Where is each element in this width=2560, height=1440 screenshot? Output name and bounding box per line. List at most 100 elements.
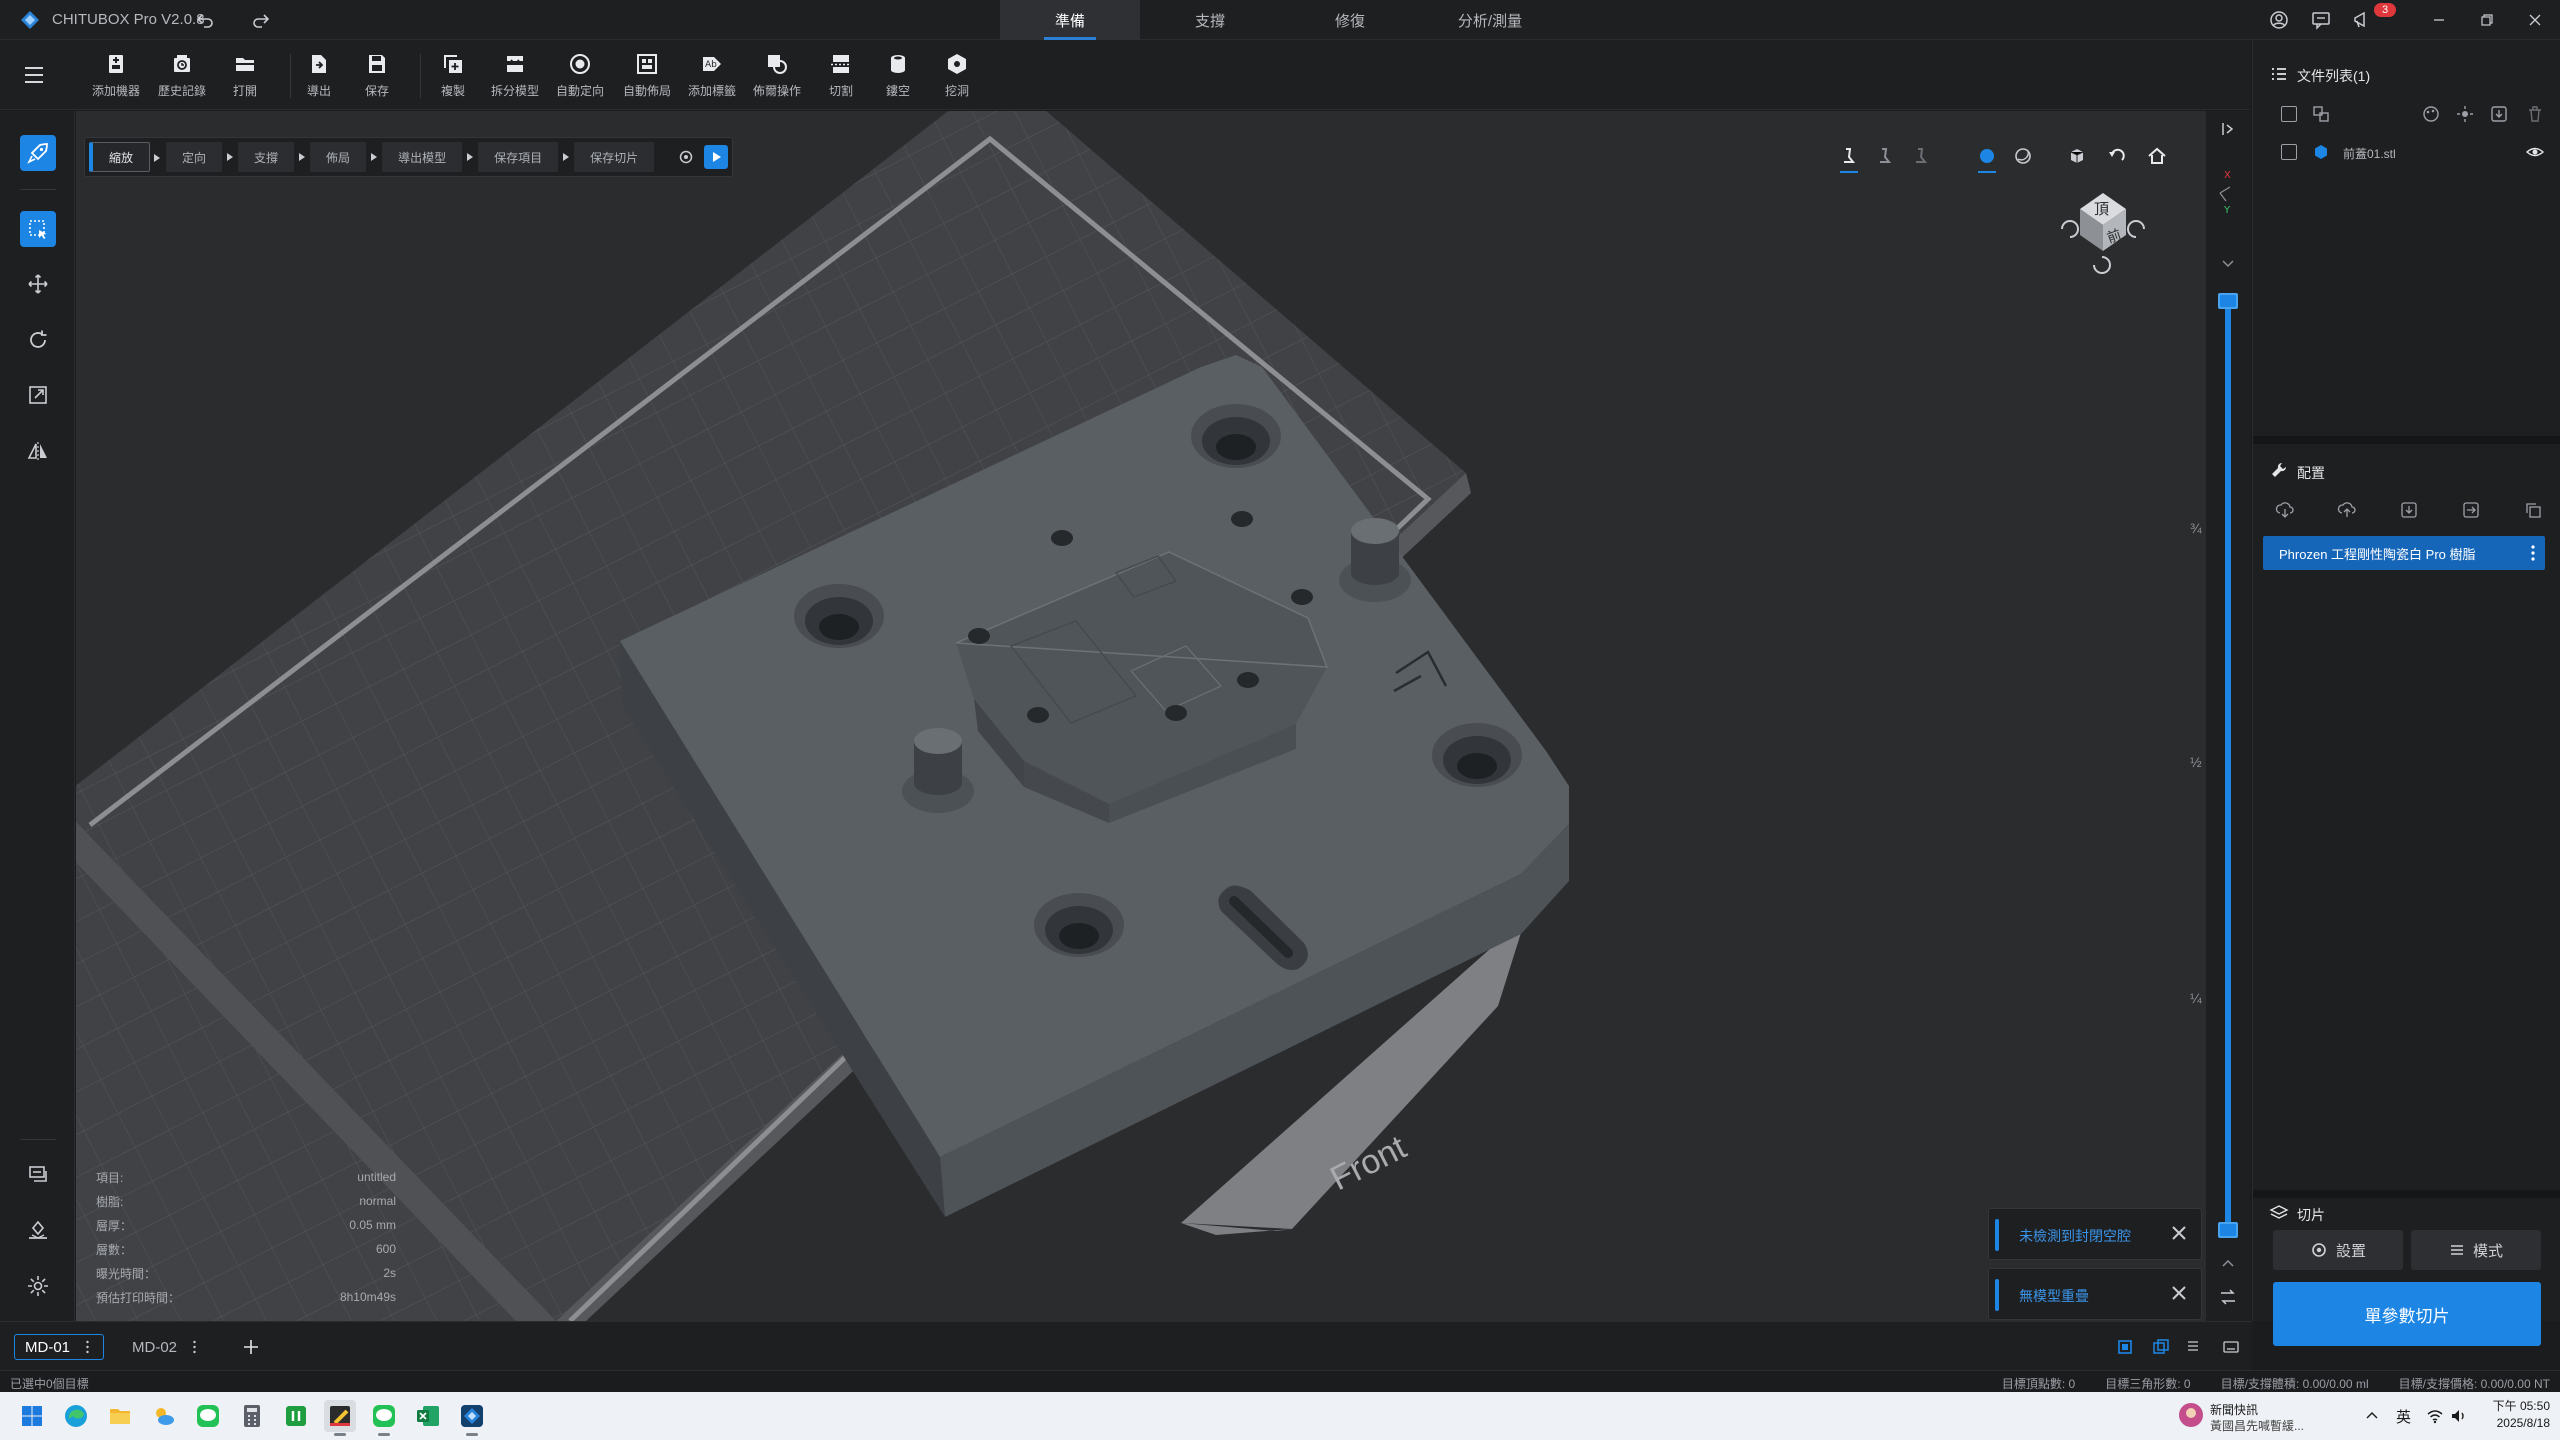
collapse-panel-icon[interactable] [2218,119,2238,139]
more-vertical-icon[interactable] [193,1340,196,1354]
copy-button[interactable]: 複製 [421,52,485,102]
start-button[interactable] [16,1400,48,1432]
view-mode-solid-button[interactable] [1834,141,1864,173]
project-tab-md01[interactable]: MD-01 [14,1334,104,1360]
reset-rotation-button[interactable] [2102,141,2132,171]
tab-repair[interactable]: 修復 [1280,0,1420,40]
taskbar-weather-app[interactable] [148,1400,180,1432]
lay-flat-button[interactable] [20,1157,56,1193]
account-button[interactable] [2267,8,2291,32]
redo-button[interactable] [249,8,273,32]
more-vertical-icon[interactable] [86,1340,89,1354]
taskbar-file-explorer[interactable] [104,1400,136,1432]
add-printer-button[interactable]: 添加機器 [84,52,148,102]
hamburger-menu-icon[interactable] [22,64,46,86]
open-button[interactable]: 打開 [213,52,277,102]
explode-icon[interactable] [2455,104,2475,124]
input-method-indicator[interactable]: 英 [2396,1406,2411,1427]
slice-mode-button[interactable]: 模式 [2411,1230,2541,1270]
home-view-button[interactable] [2142,141,2172,171]
slider-bottom-handle[interactable] [2218,1222,2238,1238]
view-cube-top-label[interactable]: 頂 [2094,198,2109,219]
3d-viewport[interactable]: Front 縮放 定向 支撐 佈局 導出模型 保存項目 保存切片 頂 前 項目:… [76,111,2206,1321]
workflow-settings-button[interactable] [674,145,698,169]
taskbar-chitubox[interactable] [456,1400,488,1436]
export-config-icon[interactable] [2461,500,2481,520]
system-clock[interactable]: 下午 05:50 2025/8/18 [2468,1398,2550,1432]
trash-icon[interactable] [2525,104,2545,124]
add-tab-icon[interactable] [242,1338,260,1356]
save-button[interactable]: 保存 [345,52,409,102]
keyboard-icon[interactable] [2222,1338,2240,1356]
tab-support[interactable]: 支撐 [1140,0,1280,40]
workflow-step-scale[interactable]: 縮放 [89,142,161,172]
rotate-tool-button[interactable] [20,322,56,358]
cloud-download-icon[interactable] [2275,500,2295,520]
workflow-step-export-model[interactable]: 導出模型 [382,142,474,172]
slice-button[interactable]: 單參數切片 [2273,1282,2541,1346]
export-button[interactable]: 導出 [287,52,351,102]
support-settings-button[interactable] [20,1268,56,1304]
workflow-step-support[interactable]: 支撐 [238,142,306,172]
slider-top-handle[interactable] [2218,293,2238,309]
chevron-down-icon[interactable] [2218,253,2238,273]
workflow-run-button[interactable] [704,145,729,169]
select-tool-button[interactable] [20,211,56,247]
tab-prepare[interactable]: 準備 [1000,0,1140,40]
taskbar-line[interactable] [192,1400,224,1432]
slider-track[interactable] [2225,301,2231,1236]
boolean-button[interactable]: 佈爾操作 [745,52,809,102]
chevron-up-icon[interactable] [2218,1254,2238,1274]
resin-profile-item[interactable]: Phrozen 工程剛性陶瓷白 Pro 樹脂 [2263,536,2545,570]
notification-button[interactable] [2350,8,2374,32]
close-icon[interactable] [2169,1283,2189,1303]
view-single-icon[interactable] [2116,1338,2134,1356]
tab-analyze[interactable]: 分析/測量 [1420,0,1560,40]
taskbar-calculator[interactable] [236,1400,268,1432]
slice-settings-button[interactable]: 設置 [2273,1230,2403,1270]
more-vertical-icon[interactable] [2531,544,2535,562]
auto-orient-button[interactable]: 自動定向 [548,52,612,102]
group-icon[interactable] [2311,104,2331,124]
copy-config-icon[interactable] [2523,500,2543,520]
scale-tool-button[interactable] [20,377,56,413]
project-tab-md02[interactable]: MD-02 [122,1334,196,1360]
drill-hole-button[interactable]: 挖洞 [925,52,989,102]
workflow-step-save-project[interactable]: 保存項目 [478,142,570,172]
workflow-step-layout[interactable]: 佈局 [310,142,378,172]
select-all-checkbox[interactable] [2281,106,2297,122]
view-multi-icon[interactable] [2152,1338,2170,1356]
undo-button[interactable] [193,8,217,32]
import-config-icon[interactable] [2399,500,2419,520]
shading-xray-button[interactable] [2008,141,2038,171]
shading-solid-button[interactable] [1972,141,2002,173]
cloud-upload-icon[interactable] [2337,500,2357,520]
mirror-tool-button[interactable] [20,433,56,469]
move-tool-button[interactable] [20,266,56,302]
place-on-face-button[interactable] [20,1213,56,1249]
news-widget[interactable]: 新聞快訊 黃國昌先喊暫緩... [2178,1398,2328,1434]
quick-start-button[interactable] [20,135,56,171]
history-button[interactable]: 歷史記錄 [150,52,214,102]
file-item-name[interactable]: 前蓋01.stl [2343,145,2396,162]
restore-button[interactable] [2475,8,2499,32]
hollow-button[interactable]: 鏤空 [866,52,930,102]
menu-lines-icon[interactable] [2186,1339,2200,1353]
perspective-toggle-button[interactable] [2062,141,2092,171]
split-model-button[interactable]: 拆分模型 [483,52,547,102]
auto-layout-button[interactable]: 自動佈局 [615,52,679,102]
view-cube[interactable]: 頂 前 [2048,171,2158,281]
file-item-checkbox[interactable] [2281,144,2297,160]
view-mode-3-button[interactable] [1906,141,1936,171]
taskbar-edge[interactable] [60,1400,92,1432]
view-mode-2-button[interactable] [1870,141,1900,171]
chevron-up-icon[interactable] [2364,1408,2380,1424]
add-label-button[interactable]: Ab 添加標籤 [680,52,744,102]
cut-button[interactable]: 切割 [809,52,873,102]
import-icon[interactable] [2489,104,2509,124]
wifi-icon[interactable] [2426,1407,2444,1425]
volume-icon[interactable] [2450,1407,2468,1425]
minimize-button[interactable] [2427,8,2451,32]
workflow-step-orient[interactable]: 定向 [166,142,234,172]
workflow-step-save-slice[interactable]: 保存切片 [574,142,655,172]
